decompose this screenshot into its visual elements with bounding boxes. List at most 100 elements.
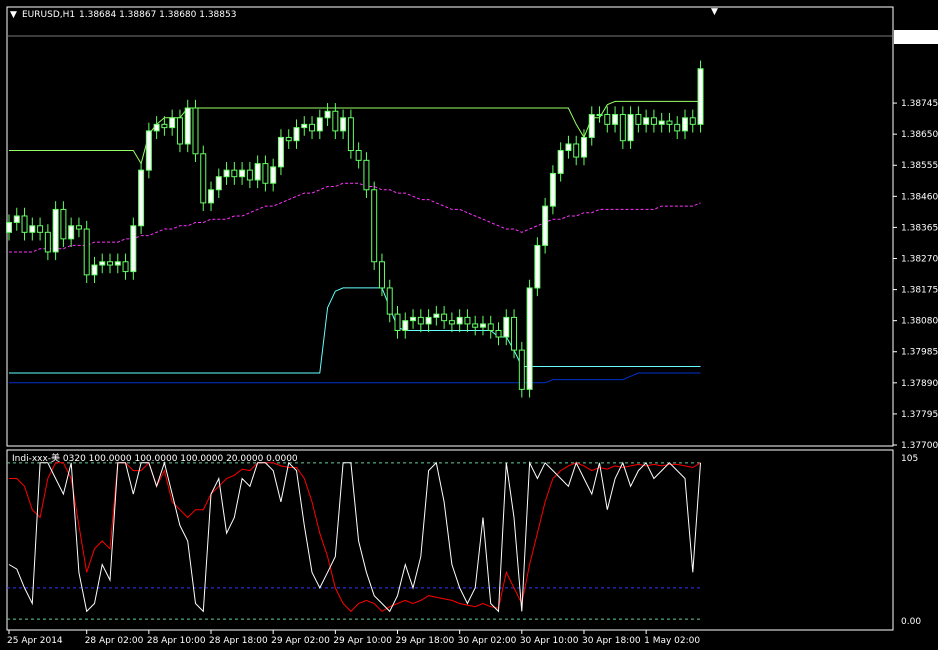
x-tick-label: 1 May 02:00 bbox=[644, 636, 700, 646]
x-tick-label: 28 Apr 02:00 bbox=[85, 636, 144, 646]
candle-body bbox=[138, 169, 145, 227]
candle-body bbox=[378, 261, 385, 289]
candle[interactable] bbox=[145, 122, 152, 179]
candle-body bbox=[425, 316, 432, 325]
candle-body bbox=[99, 261, 106, 266]
candle-body bbox=[627, 114, 634, 142]
candle-body bbox=[184, 107, 191, 145]
candle-body bbox=[487, 323, 494, 331]
candle-body bbox=[371, 189, 378, 263]
y-tick-label: 1.38555 bbox=[901, 161, 938, 171]
candle-body bbox=[21, 215, 28, 233]
candle-body bbox=[526, 287, 533, 390]
x-tick-label: 30 Apr 02:00 bbox=[458, 636, 517, 646]
candle-body bbox=[6, 222, 12, 233]
candle-body bbox=[448, 320, 455, 325]
candle-body bbox=[604, 114, 611, 125]
header-ohlc: 1.38684 1.38867 1.38680 1.38853 bbox=[79, 10, 236, 20]
candle-body bbox=[674, 123, 681, 132]
indicator-header: Indi-xxx-美 0320 100.0000 100.0000 100.00… bbox=[12, 452, 298, 464]
candle-body bbox=[192, 107, 199, 155]
candle-body bbox=[394, 313, 401, 331]
candle[interactable] bbox=[518, 341, 525, 398]
candle-body bbox=[635, 114, 642, 125]
candle-body bbox=[176, 117, 183, 145]
candle-body bbox=[285, 136, 292, 142]
candle-body bbox=[456, 316, 463, 325]
candle-body bbox=[658, 120, 665, 125]
candle-body bbox=[270, 166, 277, 184]
candle[interactable] bbox=[371, 181, 378, 270]
candle-body bbox=[145, 130, 152, 171]
candle-body bbox=[29, 225, 36, 233]
candle-body bbox=[565, 143, 572, 152]
candle-body bbox=[324, 110, 331, 119]
x-tick-label: 25 Apr 2014 bbox=[7, 636, 63, 646]
candle-body bbox=[215, 176, 222, 191]
candle[interactable] bbox=[192, 99, 199, 162]
candle-body bbox=[277, 136, 284, 168]
candle-body bbox=[410, 316, 417, 322]
candle[interactable] bbox=[542, 197, 549, 254]
y-tick-label: 1.38270 bbox=[901, 254, 938, 264]
current-price: 1.38853 bbox=[899, 34, 936, 44]
candle-body bbox=[60, 208, 67, 240]
candle-body bbox=[114, 261, 121, 266]
y-tick-label: 1.38365 bbox=[901, 223, 938, 233]
candle-body bbox=[472, 323, 479, 328]
candle-body bbox=[534, 244, 541, 289]
candle-body bbox=[130, 225, 137, 273]
candle-body bbox=[52, 208, 59, 253]
candle-body bbox=[643, 117, 650, 125]
candle-body bbox=[464, 316, 471, 325]
y-tick-label: 1.38745 bbox=[901, 99, 938, 109]
candle[interactable] bbox=[697, 60, 704, 133]
candle[interactable] bbox=[83, 220, 90, 284]
candle-body bbox=[697, 68, 704, 125]
candle[interactable] bbox=[200, 145, 207, 212]
candle-body bbox=[161, 123, 168, 129]
candle-body bbox=[293, 127, 300, 142]
candle-body bbox=[309, 123, 316, 132]
x-tick-label: 30 Apr 10:00 bbox=[520, 636, 579, 646]
header-arrow-icon[interactable]: ▼ bbox=[10, 10, 17, 20]
y-tick-label: 1.38460 bbox=[901, 192, 938, 202]
background bbox=[0, 0, 938, 650]
candle-body bbox=[355, 150, 362, 161]
candle-body bbox=[239, 169, 246, 178]
candle-body bbox=[549, 172, 556, 207]
candle-body bbox=[596, 114, 603, 117]
candle-body bbox=[332, 110, 339, 132]
candle[interactable] bbox=[534, 237, 541, 297]
candle-body bbox=[433, 313, 440, 318]
y-tick-label: 1.38650 bbox=[901, 130, 938, 140]
header-symbol: EURUSD,H1 bbox=[22, 10, 75, 20]
candle-body bbox=[441, 313, 448, 322]
candle[interactable] bbox=[138, 161, 145, 234]
candle-body bbox=[681, 117, 688, 132]
candle-body bbox=[363, 159, 370, 191]
candle-body bbox=[231, 169, 238, 178]
candle[interactable] bbox=[52, 201, 59, 261]
y-tick-label: 1.37890 bbox=[901, 379, 938, 389]
candle[interactable] bbox=[526, 279, 533, 398]
x-tick-label: 28 Apr 18:00 bbox=[209, 636, 268, 646]
candle-body bbox=[75, 225, 82, 230]
candle-body bbox=[580, 136, 587, 158]
candle[interactable] bbox=[130, 217, 137, 280]
candle-body bbox=[573, 143, 580, 158]
candle-body bbox=[417, 316, 424, 325]
osc-top-value: 105 bbox=[901, 454, 918, 464]
x-tick-label: 29 Apr 18:00 bbox=[396, 636, 455, 646]
y-tick-label: 1.37795 bbox=[901, 410, 938, 420]
candle-body bbox=[68, 225, 75, 240]
candle-body bbox=[246, 169, 253, 181]
candle-body bbox=[153, 123, 160, 132]
candle-body bbox=[666, 120, 673, 125]
candle-body bbox=[122, 261, 129, 273]
candle-body bbox=[402, 320, 409, 331]
candle-body bbox=[518, 349, 525, 390]
candle[interactable] bbox=[184, 99, 191, 153]
candle-body bbox=[13, 215, 20, 224]
scroll-marker-icon[interactable]: ▼ bbox=[711, 7, 718, 17]
